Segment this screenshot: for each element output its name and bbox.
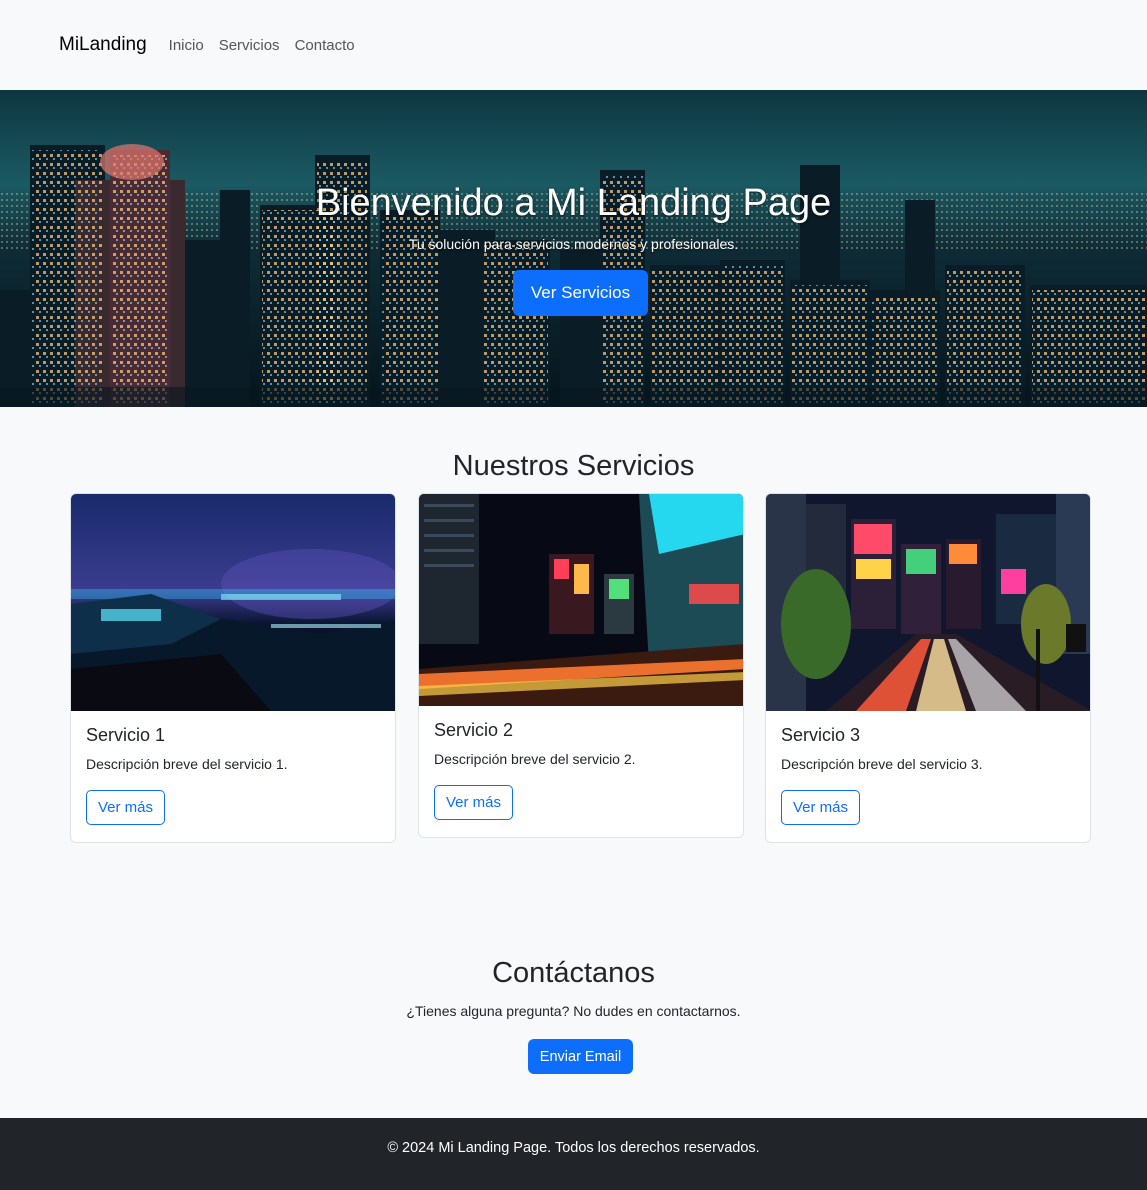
card-body: Servicio 2 Descripción breve del servici… bbox=[419, 706, 743, 834]
brand-link[interactable]: MiLanding bbox=[59, 34, 147, 56]
ver-mas-button-3[interactable]: Ver más bbox=[781, 790, 861, 825]
nav-link-inicio[interactable]: Inicio bbox=[169, 37, 204, 54]
navbar: MiLanding Inicio Servicios Contacto bbox=[0, 0, 1147, 90]
service-card-3: Servicio 3 Descripción breve del servici… bbox=[765, 493, 1091, 843]
footer-text: © 2024 Mi Landing Page. Todos los derech… bbox=[387, 1140, 760, 1156]
contact-text: ¿Tienes alguna pregunta? No dudes en con… bbox=[406, 1003, 741, 1019]
ver-mas-button-2[interactable]: Ver más bbox=[434, 785, 514, 820]
services-title: Nuestros Servicios bbox=[452, 450, 695, 482]
card-title: Servicio 1 bbox=[86, 725, 166, 745]
nav-link-servicios[interactable]: Servicios bbox=[219, 37, 280, 54]
contact-title: Contáctanos bbox=[492, 957, 655, 989]
footer: © 2024 Mi Landing Page. Todos los derech… bbox=[0, 1118, 1147, 1190]
service-2-image bbox=[419, 494, 743, 706]
service-3-image bbox=[766, 494, 1090, 711]
card-body: Servicio 3 Descripción breve del servici… bbox=[766, 711, 1090, 839]
nav-link-contacto[interactable]: Contacto bbox=[295, 37, 355, 54]
card-body: Servicio 1 Descripción breve del servici… bbox=[71, 711, 395, 839]
hero-section: Bienvenido a Mi Landing Page Tu solución… bbox=[0, 90, 1147, 407]
card-text: Descripción breve del servicio 1. bbox=[86, 756, 288, 772]
card-text: Descripción breve del servicio 3. bbox=[781, 756, 983, 772]
ver-servicios-button[interactable]: Ver Servicios bbox=[513, 270, 648, 316]
service-card-1: Servicio 1 Descripción breve del servici… bbox=[70, 493, 396, 843]
card-title: Servicio 2 bbox=[434, 720, 514, 740]
card-title: Servicio 3 bbox=[781, 725, 861, 745]
hero-subtitle: Tu solución para servicios modernos y pr… bbox=[408, 236, 739, 252]
card-text: Descripción breve del servicio 2. bbox=[434, 751, 636, 767]
enviar-email-button[interactable]: Enviar Email bbox=[528, 1039, 633, 1074]
service-card-2: Servicio 2 Descripción breve del servici… bbox=[418, 493, 744, 838]
ver-mas-button-1[interactable]: Ver más bbox=[86, 790, 166, 825]
hero-title: Bienvenido a Mi Landing Page bbox=[315, 182, 832, 224]
service-1-image bbox=[71, 494, 395, 711]
